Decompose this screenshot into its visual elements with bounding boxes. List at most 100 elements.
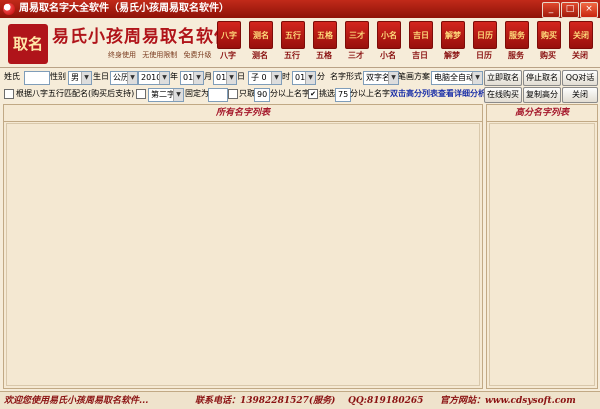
all-names-title: 所有名字列表 [4, 105, 482, 122]
website-text: 官方网站：www.cdsysoft.com [440, 396, 576, 406]
tool-label: 日历 [476, 50, 492, 60]
chevron-down-icon: ▼ [159, 72, 169, 84]
surname-input[interactable] [24, 71, 50, 85]
title-bar[interactable]: 周易取名字大全软件（易氏小孩周易取名软件） _ □ × [0, 0, 600, 18]
second-char-checkbox[interactable] [136, 89, 146, 99]
tool-three-talents[interactable]: 三才 三才 [340, 21, 372, 67]
bazi-icon: 八字 [217, 21, 241, 49]
second-char-select[interactable]: 第二字 ▼ [148, 88, 184, 102]
slogan-item: 无使用限制 [142, 51, 178, 59]
tool-bazi[interactable]: 八字 八字 [212, 21, 244, 67]
stroke-value: 电脑全自动 [434, 73, 474, 82]
tool-test-name[interactable]: 测名 测名 [244, 21, 276, 67]
tool-close[interactable]: 关闭 关闭 [564, 21, 596, 67]
tool-nickname[interactable]: 小名 小名 [372, 21, 404, 67]
name-form-row: 姓氏 性别 男 ▼ 生日 公历 ▼ 2010 ▼ 年 01 ▼ 月 01 ▼ 日 子 0 ▼… [0, 70, 600, 88]
chevron-down-icon: ▼ [81, 72, 91, 84]
chevron-down-icon: ▼ [193, 72, 203, 84]
high-score-title: 高分名字列表 [487, 105, 597, 122]
only-score-checkbox[interactable] [228, 89, 238, 99]
close-button-2[interactable]: 关闭 [562, 87, 598, 103]
tool-label: 小名 [380, 50, 396, 60]
year-unit: 年 [170, 72, 178, 81]
minute-unit: 分 [317, 72, 325, 81]
chevron-down-icon: ▼ [271, 72, 281, 84]
minimize-button[interactable]: _ [542, 2, 560, 18]
bazi-match-checkbox[interactable] [4, 89, 14, 99]
only-score-input[interactable]: 90 [254, 88, 270, 102]
copy-high-score-button[interactable]: 复制高分 [523, 87, 561, 103]
chevron-down-icon: ▼ [226, 72, 236, 84]
tool-label: 关闭 [572, 50, 588, 60]
high-score-panel: 高分名字列表 [486, 104, 598, 389]
dream-icon: 解梦 [441, 21, 465, 49]
online-buy-button[interactable]: 在线购买 [484, 87, 522, 103]
tool-label: 五格 [316, 50, 332, 60]
lucky-day-icon: 吉日 [409, 21, 433, 49]
tool-label: 吉日 [412, 50, 428, 60]
pick-score-checkbox[interactable]: ✔ [308, 89, 318, 99]
slogan-item: 免费升级 [183, 51, 212, 59]
slogan-item: 终身使用 [108, 51, 136, 59]
banner: 取名 易氏小孩周易取名软件 终身使用 无使用限制 免费升级 八字 八字 测名 测名 … [0, 18, 600, 68]
all-names-panel: 所有名字列表 [3, 104, 483, 389]
pick-score-label: 挑选 [319, 89, 335, 98]
close-button[interactable]: × [580, 2, 598, 18]
tool-dream[interactable]: 解梦 解梦 [436, 21, 468, 67]
window-title: 周易取名字大全软件（易氏小孩周易取名软件） [19, 3, 229, 14]
fixed-label: 固定为 [185, 89, 209, 98]
five-elements-icon: 五行 [281, 21, 305, 49]
high-score-list[interactable] [489, 123, 595, 386]
calendar-type-select[interactable]: 公历 ▼ [110, 71, 138, 85]
app-logo-icon [3, 3, 15, 15]
year-select[interactable]: 2010 ▼ [138, 71, 170, 85]
options-row: 根据八字五行匹配名(购买后支持) 第二字 ▼ 固定为 只取 90 分以上名字 ✔ … [0, 87, 600, 105]
status-bar: 欢迎您使用易氏小孩周易取名软件... 联系电话：13982281527(服务) … [0, 391, 600, 409]
gender-select[interactable]: 男 ▼ [68, 71, 92, 85]
month-select[interactable]: 01 ▼ [180, 71, 204, 85]
brand-logo-icon: 取名 [8, 24, 48, 64]
three-talents-icon: 三才 [345, 21, 369, 49]
tool-label: 五行 [284, 50, 300, 60]
hour-value: 子 0 [251, 73, 267, 82]
five-grids-icon: 五格 [313, 21, 337, 49]
only-score-suffix: 分以上名字 [270, 89, 310, 98]
bazi-match-label: 根据八字五行匹配名(购买后支持) [16, 89, 135, 98]
tool-service[interactable]: 服务 服务 [500, 21, 532, 67]
birthday-label: 生日 [93, 72, 109, 81]
tool-five-elements[interactable]: 五行 五行 [276, 21, 308, 67]
name-form-select[interactable]: 双字名 ▼ [363, 71, 399, 85]
tool-label: 八字 [220, 50, 236, 60]
day-unit: 日 [237, 72, 245, 81]
service-icon: 服务 [505, 21, 529, 49]
buy-icon: 购买 [537, 21, 561, 49]
app-window: 周易取名字大全软件（易氏小孩周易取名软件） _ □ × 取名 易氏小孩周易取名软… [0, 0, 600, 409]
tool-label: 服务 [508, 50, 524, 60]
chevron-down-icon: ▼ [388, 72, 398, 84]
start-naming-button[interactable]: 立即取名 [484, 70, 522, 86]
tool-label: 解梦 [444, 50, 460, 60]
chevron-down-icon: ▼ [472, 72, 482, 84]
hour-unit: 时 [282, 72, 290, 81]
all-names-list[interactable] [6, 123, 480, 386]
chevron-down-icon: ▼ [305, 72, 315, 84]
hour-select[interactable]: 子 0 ▼ [248, 71, 282, 85]
phone-text: 联系电话：13982281527(服务) [195, 396, 336, 406]
close-icon: 关闭 [569, 21, 593, 49]
second-char-value: 第二字 [151, 90, 175, 99]
fixed-char-input[interactable] [208, 88, 228, 102]
minute-select[interactable]: 01 ▼ [292, 71, 316, 85]
tool-buy[interactable]: 购买 购买 [532, 21, 564, 67]
tool-five-grids[interactable]: 五格 五格 [308, 21, 340, 67]
qq-chat-button[interactable]: QQ对话 [562, 70, 598, 86]
day-select[interactable]: 01 ▼ [213, 71, 237, 85]
tool-lucky-day[interactable]: 吉日 吉日 [404, 21, 436, 67]
tool-calendar[interactable]: 日历 日历 [468, 21, 500, 67]
tool-label: 测名 [252, 50, 268, 60]
stroke-select[interactable]: 电脑全自动 ▼ [431, 71, 483, 85]
maximize-button[interactable]: □ [561, 2, 579, 18]
stop-naming-button[interactable]: 停止取名 [523, 70, 561, 86]
gender-label: 性别 [50, 72, 66, 81]
detail-analysis-hint: 双击高分列表查看详细分析 [390, 89, 486, 98]
pick-score-input[interactable]: 75 [335, 88, 351, 102]
